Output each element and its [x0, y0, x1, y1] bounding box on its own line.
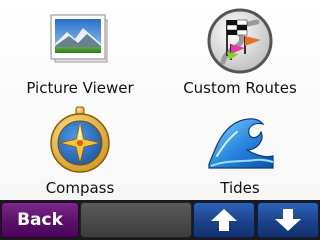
- scroll-down-button[interactable]: [257, 202, 319, 238]
- arrow-down-icon: [275, 209, 301, 231]
- picture-viewer-label: Picture Viewer: [26, 79, 134, 97]
- compass-icon: [50, 106, 110, 173]
- custom-routes-label: Custom Routes: [183, 79, 297, 97]
- bottom-bar: Back: [0, 200, 320, 240]
- app-screen: Picture Viewer Custom Routes Compass Tid…: [0, 0, 320, 240]
- tides-tile[interactable]: Tides: [160, 100, 320, 200]
- custom-routes-tile[interactable]: Custom Routes: [160, 0, 320, 100]
- empty-slot: [80, 202, 192, 238]
- custom-routes-icon: [207, 8, 273, 74]
- tides-label: Tides: [220, 179, 260, 197]
- back-button-label: Back: [17, 210, 63, 230]
- scroll-up-button[interactable]: [193, 202, 255, 238]
- compass-tile[interactable]: Compass: [0, 100, 160, 200]
- compass-label: Compass: [45, 179, 115, 197]
- tides-icon: [208, 118, 274, 169]
- back-button[interactable]: Back: [1, 202, 79, 238]
- picture-viewer-icon: [50, 14, 108, 63]
- picture-viewer-tile[interactable]: Picture Viewer: [0, 0, 160, 100]
- arrow-up-icon: [211, 209, 237, 231]
